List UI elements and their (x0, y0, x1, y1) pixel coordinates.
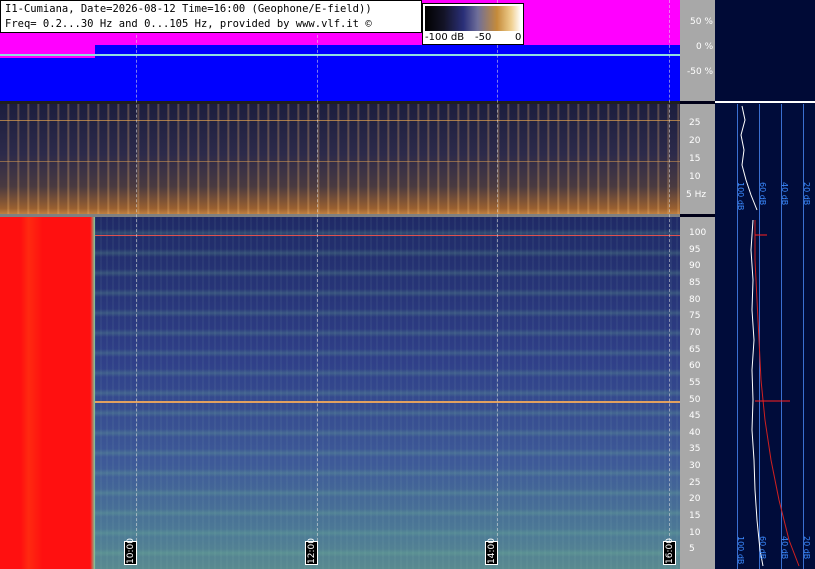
high-freq-tick: 100 (689, 228, 707, 238)
high-freq-tick: 45 (689, 411, 701, 422)
header-line-1: I1-Cumiana, Date=2026-08-12 Time=16:00 (… (5, 3, 372, 15)
saturated-region (0, 217, 95, 569)
spectral-line-50hz (0, 401, 680, 403)
time-label: 10:00 (124, 538, 137, 565)
spectral-line (0, 120, 680, 121)
low-freq-tick: 25 (689, 118, 701, 128)
high-freq-tick: 75 (689, 311, 701, 322)
right-panel-label: 40 dB (780, 182, 789, 206)
time-gridline (669, 0, 670, 541)
high-freq-tick: 15 (689, 511, 701, 522)
amplitude-tick: -50 % (687, 67, 714, 77)
high-freq-tick: 25 (689, 477, 701, 488)
high-freq-tick: 10 (689, 527, 701, 538)
high-freq-tick: 55 (689, 377, 701, 388)
low-freq-tick: 5 Hz (686, 190, 707, 200)
legend-mid: -50 (475, 32, 492, 43)
spectral-line-100hz (0, 235, 680, 236)
time-label: 12:00 (305, 538, 318, 565)
high-freq-tick: 70 (689, 327, 701, 338)
spectrum-panel: 100 dB 60 dB 40 dB 20 dB 100 dB 60 dB 40… (715, 0, 815, 569)
header-line-2: Freq= 0.2...30 Hz and 0...105 Hz, provid… (5, 18, 372, 30)
right-panel-label: 100 dB (736, 536, 745, 565)
spectral-line (0, 161, 680, 162)
high-freq-tick: 65 (689, 344, 701, 355)
high-frequency-spectrogram[interactable] (0, 217, 680, 569)
time-gridline (497, 0, 498, 541)
low-freq-tick: 15 (689, 154, 701, 164)
amplitude-fill-left (0, 58, 95, 101)
high-freq-tick: 5 (689, 544, 695, 555)
amplitude-trace (0, 54, 680, 56)
time-gridline (317, 0, 318, 541)
right-panel-label: 20 dB (802, 182, 811, 206)
legend-max: 0 (515, 32, 522, 43)
legend-min: -100 dB (425, 32, 465, 43)
amplitude-tick: 50 % (690, 17, 713, 27)
right-panel-label: 60 dB (758, 536, 767, 560)
time-label: 14:00 (485, 538, 498, 565)
color-legend-bar (425, 6, 521, 31)
high-freq-tick: 90 (689, 261, 701, 272)
high-freq-tick: 20 (689, 494, 701, 505)
right-panel-label: 100 dB (736, 182, 745, 211)
low-freq-tick: 20 (689, 136, 701, 146)
right-panel-label: 20 dB (802, 536, 811, 560)
right-panel-label: 40 dB (780, 536, 789, 560)
high-freq-tick: 40 (689, 427, 701, 438)
station-header: I1-Cumiana, Date=2026-08-12 Time=16:00 (… (0, 0, 422, 33)
low-freq-tick: 10 (689, 172, 701, 182)
right-panel-label: 60 dB (758, 182, 767, 206)
time-label: 16:00 (663, 538, 676, 565)
low-frequency-spectrogram[interactable] (0, 104, 680, 214)
time-gridline (136, 0, 137, 541)
high-freq-tick: 60 (689, 361, 701, 372)
high-freq-tick: 80 (689, 294, 701, 305)
color-legend: -100 dB -50 0 (422, 3, 524, 45)
spectrum-curve (740, 105, 800, 567)
high-freq-tick: 85 (689, 277, 701, 288)
amplitude-tick: 0 % (696, 42, 714, 52)
high-freq-tick: 35 (689, 444, 701, 455)
high-freq-tick: 95 (689, 244, 701, 255)
high-freq-tick: 30 (689, 461, 701, 472)
high-freq-tick: 50 (689, 394, 701, 405)
